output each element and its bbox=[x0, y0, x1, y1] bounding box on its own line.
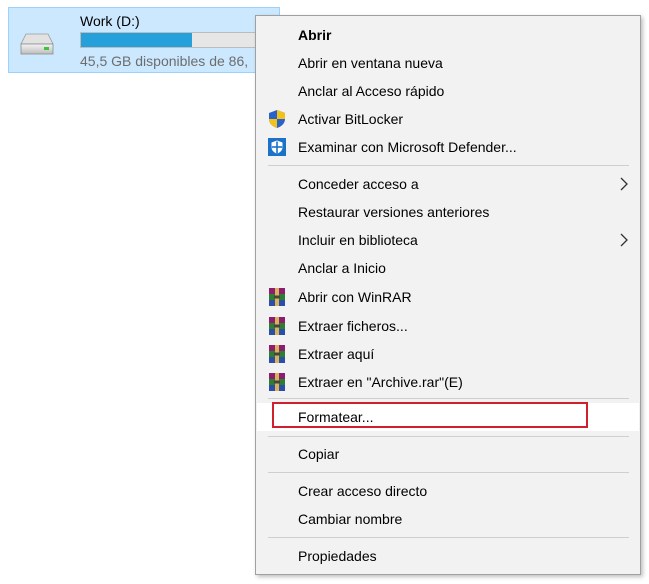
menu-separator bbox=[268, 398, 629, 399]
hard-drive-icon bbox=[20, 33, 54, 55]
menu-item-restore-versions[interactable]: Restaurar versiones anteriores bbox=[257, 198, 639, 226]
menu-item-rename[interactable]: Cambiar nombre bbox=[257, 505, 639, 533]
chevron-right-icon bbox=[620, 177, 628, 191]
menu-item-extract-here[interactable]: Extraer aquí bbox=[257, 340, 639, 368]
menu-item-label: Cambiar nombre bbox=[298, 511, 403, 527]
menu-item-create-shortcut[interactable]: Crear acceso directo bbox=[257, 477, 639, 505]
menu-item-open-winrar[interactable]: Abrir con WinRAR bbox=[257, 283, 639, 311]
menu-item-copy[interactable]: Copiar bbox=[257, 440, 639, 468]
winrar-icon bbox=[269, 317, 285, 335]
menu-item-bitlocker[interactable]: Activar BitLocker bbox=[257, 105, 639, 133]
menu-item-label: Conceder acceso a bbox=[298, 176, 419, 192]
menu-item-label: Extraer en "Archive.rar"(E) bbox=[298, 374, 463, 390]
menu-item-label: Incluir en biblioteca bbox=[298, 232, 418, 248]
menu-separator bbox=[268, 165, 629, 166]
menu-separator bbox=[268, 436, 629, 437]
menu-item-label: Copiar bbox=[298, 446, 340, 462]
menu-item-label: Anclar a Inicio bbox=[298, 260, 386, 276]
menu-item-label: Abrir en ventana nueva bbox=[298, 55, 443, 71]
menu-item-label: Abrir con WinRAR bbox=[298, 289, 412, 305]
menu-item-label: Activar BitLocker bbox=[298, 111, 404, 127]
drive-tile-work-d[interactable]: Work (D:) 45,5 GB disponibles de 86, bbox=[8, 7, 280, 73]
drive-usage-bar bbox=[80, 32, 276, 48]
menu-item-give-access[interactable]: Conceder acceso a bbox=[257, 170, 639, 198]
menu-item-pin-start[interactable]: Anclar a Inicio bbox=[257, 254, 639, 282]
menu-item-label: Restaurar versiones anteriores bbox=[298, 204, 490, 220]
uac-shield-icon bbox=[269, 110, 285, 128]
winrar-icon bbox=[269, 288, 285, 306]
menu-separator bbox=[268, 472, 629, 473]
context-menu: Abrir Abrir en ventana nueva Anclar al A… bbox=[255, 15, 641, 575]
menu-item-label: Extraer ficheros... bbox=[298, 318, 408, 334]
chevron-right-icon bbox=[620, 233, 628, 247]
menu-item-format[interactable]: Formatear... bbox=[257, 403, 639, 431]
menu-item-label: Formatear... bbox=[298, 409, 374, 425]
menu-item-open-new-window[interactable]: Abrir en ventana nueva bbox=[257, 49, 639, 77]
menu-item-extract-archive[interactable]: Extraer en "Archive.rar"(E) bbox=[257, 368, 639, 396]
menu-item-defender[interactable]: Examinar con Microsoft Defender... bbox=[257, 133, 639, 161]
drive-space-text: 45,5 GB disponibles de 86, bbox=[80, 53, 249, 69]
menu-item-properties[interactable]: Propiedades bbox=[257, 542, 639, 570]
drive-usage-bar-fill bbox=[81, 33, 192, 47]
winrar-icon bbox=[269, 373, 285, 391]
menu-item-label: Anclar al Acceso rápido bbox=[298, 83, 445, 99]
menu-item-label: Crear acceso directo bbox=[298, 483, 428, 499]
drive-name: Work (D:) bbox=[80, 13, 140, 29]
menu-item-label: Propiedades bbox=[298, 548, 377, 564]
menu-item-label: Examinar con Microsoft Defender... bbox=[298, 139, 517, 155]
winrar-icon bbox=[269, 345, 285, 363]
menu-separator bbox=[268, 537, 629, 538]
menu-item-label: Abrir bbox=[298, 27, 332, 43]
menu-item-label: Extraer aquí bbox=[298, 346, 375, 362]
menu-item-open[interactable]: Abrir bbox=[257, 21, 639, 49]
menu-item-extract-files[interactable]: Extraer ficheros... bbox=[257, 312, 639, 340]
menu-item-include-library[interactable]: Incluir en biblioteca bbox=[257, 226, 639, 254]
menu-item-pin-quick-access[interactable]: Anclar al Acceso rápido bbox=[257, 77, 639, 105]
defender-shield-icon bbox=[268, 138, 286, 156]
